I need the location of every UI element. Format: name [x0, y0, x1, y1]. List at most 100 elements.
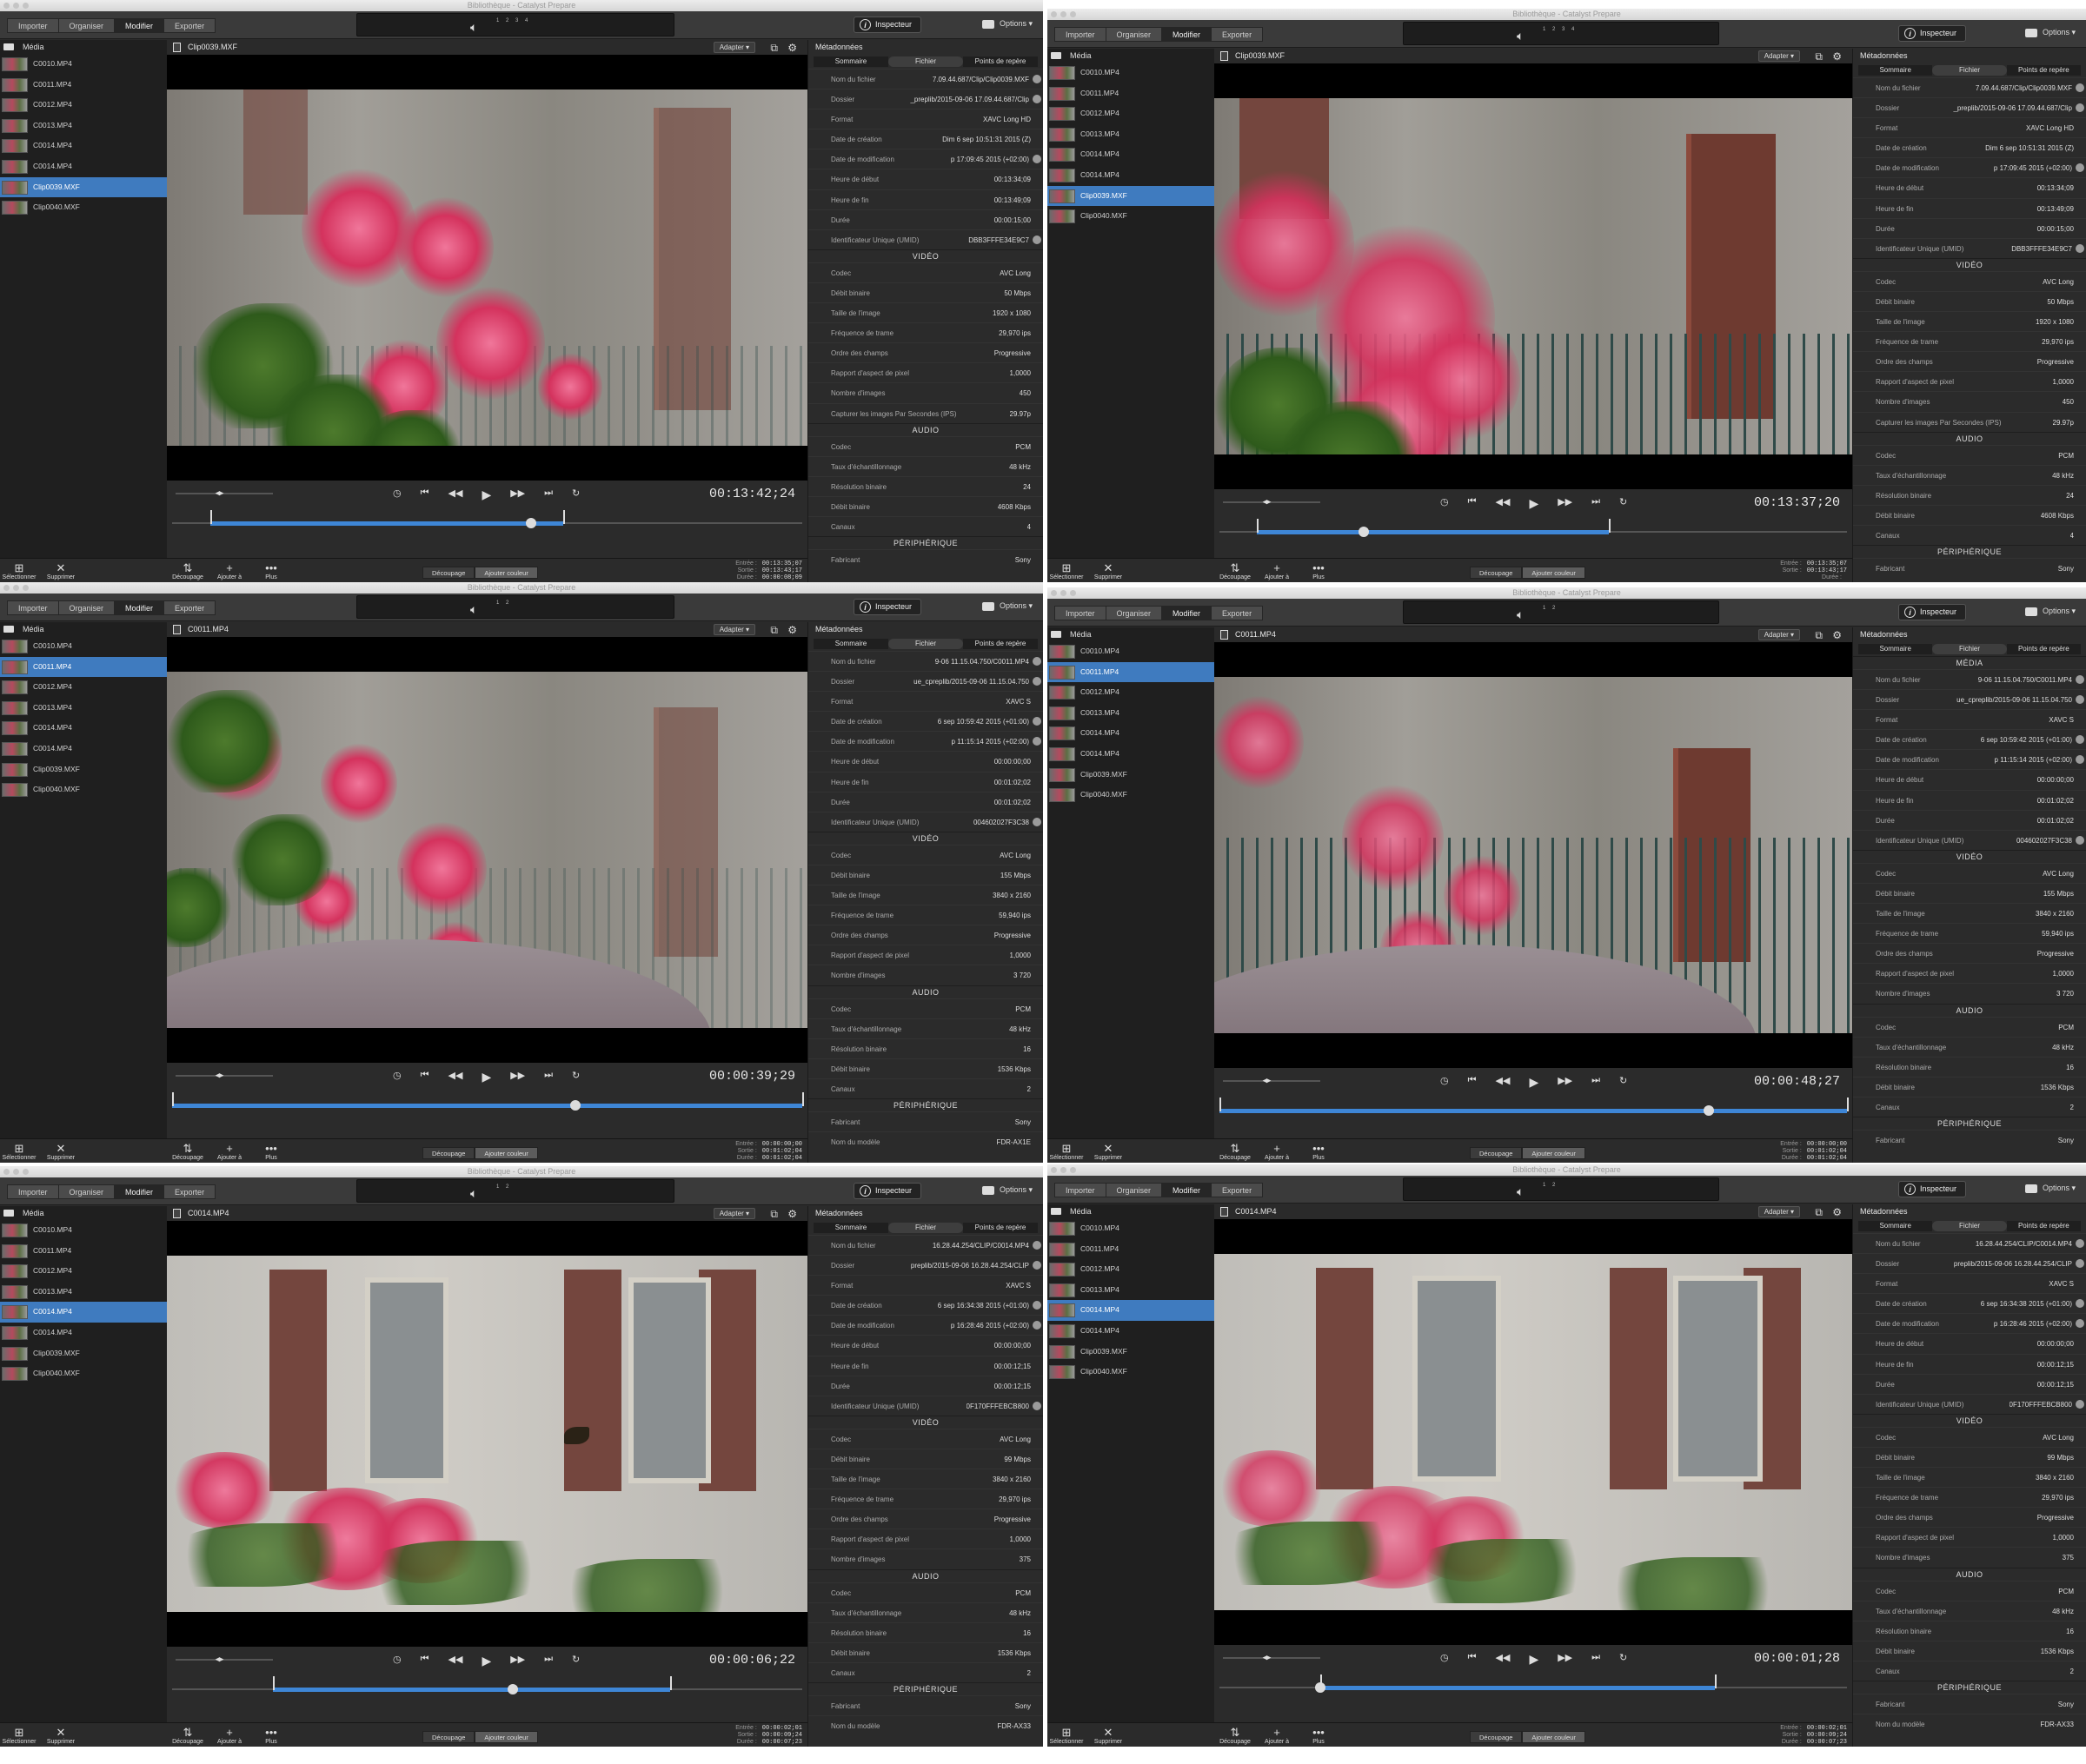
loop-icon[interactable]: ↻	[572, 1070, 580, 1084]
media-list-item[interactable]: C0014.MP4	[1047, 744, 1214, 765]
media-list-item[interactable]: C0011.MP4	[1047, 661, 1214, 683]
fullscreen-icon[interactable]: ⧉	[770, 624, 778, 637]
media-list-item[interactable]: Clip0039.MXF	[0, 176, 167, 198]
mode-tab-modifier[interactable]: Modifier	[114, 600, 165, 615]
media-list-item[interactable]: C0013.MP4	[0, 1282, 167, 1303]
video-preview[interactable]	[167, 637, 807, 1063]
media-list-item[interactable]: C0012.MP4	[1047, 103, 1214, 124]
gear-icon[interactable]: ⚙	[1832, 50, 1842, 63]
options-menu[interactable]: Options ▾	[2024, 28, 2076, 37]
media-list-item[interactable]: C0012.MP4	[0, 95, 167, 116]
play-icon[interactable]: ▶	[482, 487, 491, 502]
step-forward-icon[interactable]: ▶▶	[1558, 496, 1572, 511]
fullscreen-icon[interactable]: ⧉	[1815, 629, 1823, 642]
info-icon[interactable]	[2076, 755, 2084, 765]
inspector-button[interactable]: i Inspecteur	[1897, 604, 1966, 620]
loop-icon[interactable]: ↻	[572, 1654, 580, 1668]
mode-tab-modifier[interactable]: Modifier	[1161, 1183, 1212, 1197]
in-point-marker[interactable]	[1219, 1098, 1221, 1111]
zoom-window-button[interactable]	[1070, 11, 1076, 17]
meta-tab-0[interactable]: Sommaire	[814, 56, 888, 67]
info-icon[interactable]	[2076, 1239, 2084, 1248]
media-list-item[interactable]: C0012.MP4	[0, 1261, 167, 1282]
info-icon[interactable]	[2076, 1259, 2084, 1269]
info-icon[interactable]	[1033, 95, 1041, 104]
more-button[interactable]: ••• Plus	[1301, 1727, 1336, 1746]
info-icon[interactable]	[1033, 717, 1041, 726]
select-button[interactable]: ⊞ Sélectionner	[2, 562, 37, 581]
inspector-button[interactable]: i Inspecteur	[853, 1183, 921, 1199]
trim-button[interactable]: ⇅ Découpage	[1218, 562, 1252, 581]
step-forward-icon[interactable]: ▶▶	[510, 1654, 525, 1668]
mode-tab-importer[interactable]: Importer	[1054, 1183, 1106, 1197]
media-list-item[interactable]: C0014.MP4	[0, 1323, 167, 1343]
info-icon[interactable]	[1033, 1321, 1041, 1330]
go-to-start-icon[interactable]: ⏮	[1468, 496, 1477, 511]
media-list-item[interactable]: C0014.MP4	[0, 739, 167, 759]
step-back-icon[interactable]: ◀◀	[448, 1070, 463, 1084]
info-icon[interactable]	[1033, 1401, 1041, 1410]
gear-icon[interactable]: ⚙	[1832, 1206, 1842, 1218]
adapt-zoom-dropdown[interactable]: Adapter ▾	[1757, 50, 1800, 62]
meta-tab-2[interactable]: Points de repère	[963, 56, 1038, 67]
mode-tab-exporter[interactable]: Exporter	[1211, 27, 1264, 42]
media-list-item[interactable]: Clip0040.MXF	[1047, 785, 1214, 806]
trim-button[interactable]: ⇅ Découpage	[170, 562, 205, 581]
info-icon[interactable]	[2076, 83, 2084, 92]
go-to-end-icon[interactable]: ⏭	[544, 1070, 553, 1084]
close-window-button[interactable]	[3, 3, 10, 9]
step-forward-icon[interactable]: ▶▶	[510, 487, 525, 502]
info-icon[interactable]	[1033, 75, 1041, 83]
out-point-marker[interactable]	[1715, 1674, 1717, 1688]
media-list-item[interactable]: C0011.MP4	[0, 656, 167, 678]
clock-icon[interactable]: ◷	[1440, 1075, 1449, 1090]
media-list-item[interactable]: Clip0039.MXF	[1047, 765, 1214, 786]
select-button[interactable]: ⊞ Sélectionner	[1049, 1143, 1084, 1162]
minimize-window-button[interactable]	[13, 3, 19, 9]
add-to-button[interactable]: + Ajouter à	[1259, 562, 1294, 581]
timeline-scrubber[interactable]	[172, 1676, 802, 1702]
play-icon[interactable]: ▶	[482, 1654, 491, 1668]
out-point-marker[interactable]	[562, 510, 565, 524]
timeline-scrubber[interactable]	[1219, 1098, 1849, 1124]
mode-tab-organiser[interactable]: Organiser	[57, 1184, 116, 1199]
zoom-window-button[interactable]	[1070, 590, 1076, 596]
meta-tab-0[interactable]: Sommaire	[1858, 65, 1933, 76]
mode-tab-organiser[interactable]: Organiser	[57, 18, 116, 33]
mode-tab-exporter[interactable]: Exporter	[163, 1184, 216, 1199]
meta-tab-0[interactable]: Sommaire	[814, 1223, 888, 1233]
close-window-button[interactable]	[1051, 1167, 1057, 1173]
gear-icon[interactable]: ⚙	[1832, 629, 1842, 641]
mode-tab-organiser[interactable]: Organiser	[1105, 1183, 1163, 1197]
info-icon[interactable]	[2076, 735, 2084, 745]
info-icon[interactable]	[2076, 1299, 2084, 1309]
options-menu[interactable]: Options ▾	[981, 19, 1033, 29]
close-window-button[interactable]	[1051, 11, 1057, 17]
meta-tab-2[interactable]: Points de repère	[963, 1223, 1038, 1233]
clock-icon[interactable]: ◷	[1440, 496, 1449, 511]
fullscreen-icon[interactable]: ⧉	[770, 1208, 778, 1221]
media-list-item[interactable]: Clip0039.MXF	[0, 759, 167, 780]
edit-mode-color[interactable]: Ajouter couleur	[1522, 1147, 1585, 1159]
inspector-button[interactable]: i Inspecteur	[853, 599, 921, 615]
edit-mode-trim[interactable]: Découpage	[1470, 1731, 1523, 1743]
media-list-item[interactable]: Clip0039.MXF	[0, 1343, 167, 1364]
meta-tab-2[interactable]: Points de repère	[963, 639, 1038, 649]
edit-mode-trim[interactable]: Découpage	[422, 567, 475, 579]
mode-tab-importer[interactable]: Importer	[7, 600, 59, 615]
video-preview[interactable]	[1214, 642, 1852, 1068]
go-to-end-icon[interactable]: ⏭	[1591, 496, 1600, 511]
info-icon[interactable]	[1033, 657, 1041, 666]
info-icon[interactable]	[1033, 737, 1041, 746]
jog-shuttle[interactable]: ◂▸	[1223, 1653, 1320, 1661]
in-point-marker[interactable]	[273, 1676, 275, 1690]
media-list-item[interactable]: C0014.MP4	[0, 718, 167, 739]
timeline-scrubber[interactable]	[1219, 519, 1847, 545]
mode-tab-exporter[interactable]: Exporter	[163, 18, 216, 33]
close-window-button[interactable]	[3, 585, 10, 591]
adapt-zoom-dropdown[interactable]: Adapter ▾	[713, 1208, 755, 1219]
go-to-start-icon[interactable]: ⏮	[1468, 1652, 1477, 1667]
trim-button[interactable]: ⇅ Découpage	[1218, 1143, 1252, 1162]
playhead-handle[interactable]	[1704, 1105, 1715, 1116]
go-to-end-icon[interactable]: ⏭	[1591, 1075, 1600, 1090]
